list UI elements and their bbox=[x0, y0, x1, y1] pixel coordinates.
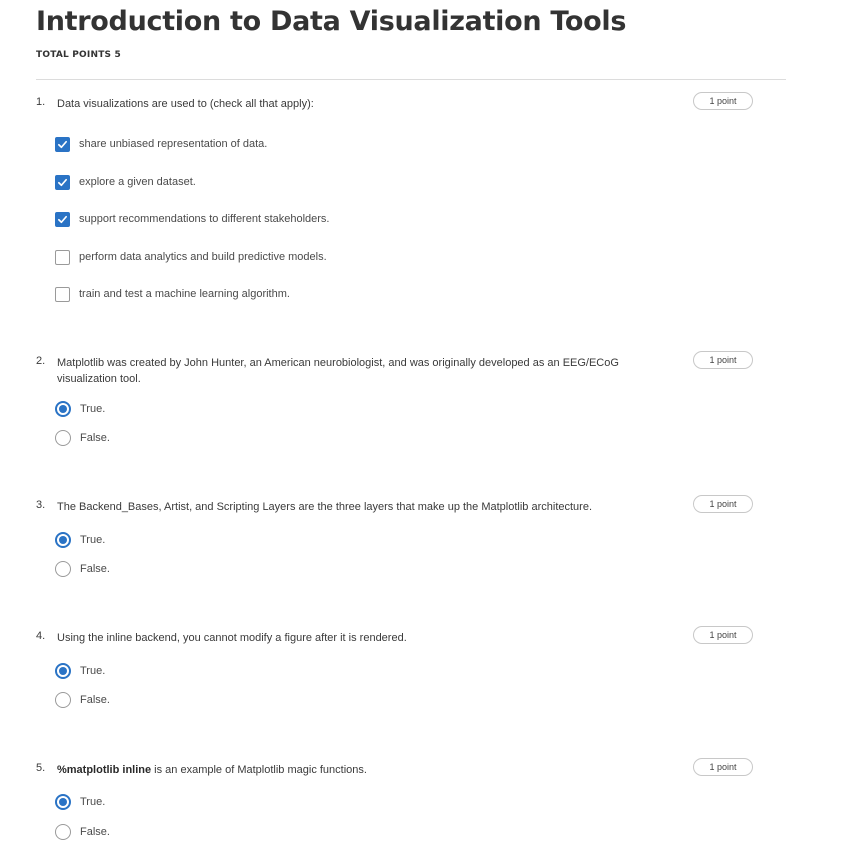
question-number: 1. bbox=[36, 96, 46, 108]
option-true[interactable]: True. bbox=[55, 400, 105, 418]
radio-dot-icon bbox=[59, 405, 67, 413]
option-4[interactable]: perform data analytics and build predict… bbox=[55, 248, 327, 266]
option-2[interactable]: explore a given dataset. bbox=[55, 173, 196, 191]
question-3: 3. The Backend_Bases, Artist, and Script… bbox=[36, 495, 756, 577]
points-badge: 1 point bbox=[693, 495, 753, 513]
radio-button[interactable] bbox=[55, 532, 71, 548]
option-label: train and test a machine learning algori… bbox=[79, 288, 290, 300]
question-text: Using the inline backend, you cannot mod… bbox=[57, 632, 407, 644]
checkmark-icon bbox=[58, 140, 67, 148]
question-text: The Backend_Bases, Artist, and Scripting… bbox=[57, 501, 593, 513]
checkbox[interactable] bbox=[55, 211, 70, 227]
question-number: 5. bbox=[36, 762, 46, 774]
option-false[interactable]: False. bbox=[55, 429, 110, 447]
radio-dot-icon bbox=[59, 798, 67, 806]
points-badge: 1 point bbox=[693, 92, 753, 110]
option-label: True. bbox=[80, 796, 106, 808]
points-badge: 1 point bbox=[693, 758, 753, 776]
question-number: 4. bbox=[36, 630, 46, 642]
option-true[interactable]: True. bbox=[55, 531, 105, 549]
question-text: Matplotlib was created by John Hunter, a… bbox=[57, 357, 619, 385]
option-label: False. bbox=[80, 432, 110, 444]
option-label: True. bbox=[80, 534, 106, 546]
option-label: share unbiased representation of data. bbox=[79, 138, 268, 150]
option-5[interactable]: train and test a machine learning algori… bbox=[55, 285, 290, 303]
option-false[interactable]: False. bbox=[55, 823, 110, 841]
radio-button[interactable] bbox=[55, 561, 71, 577]
option-1[interactable]: share unbiased representation of data. bbox=[55, 135, 267, 153]
option-false[interactable]: False. bbox=[55, 560, 110, 578]
checkbox[interactable] bbox=[55, 174, 70, 190]
checkbox[interactable] bbox=[55, 136, 70, 152]
option-label: perform data analytics and build predict… bbox=[79, 251, 327, 263]
question-text: Data visualizations are used to (check a… bbox=[57, 98, 314, 110]
code-text: %matplotlib inline bbox=[57, 764, 152, 776]
question-text: %matplotlib inline is an example of Matp… bbox=[57, 762, 667, 778]
option-label: explore a given dataset. bbox=[79, 176, 196, 188]
option-true[interactable]: True. bbox=[55, 793, 105, 811]
checkbox[interactable] bbox=[55, 286, 70, 302]
checkmark-icon bbox=[58, 215, 67, 223]
radio-button[interactable] bbox=[55, 824, 71, 840]
radio-button[interactable] bbox=[55, 401, 71, 417]
option-false[interactable]: False. bbox=[55, 691, 110, 709]
points-badge: 1 point bbox=[693, 626, 753, 644]
option-label: False. bbox=[80, 826, 110, 838]
points-badge: 1 point bbox=[693, 351, 753, 369]
question-number: 2. bbox=[36, 355, 46, 367]
question-5: 5. %matplotlib inline is an example of M… bbox=[36, 758, 756, 840]
option-label: True. bbox=[80, 403, 106, 415]
option-label: False. bbox=[80, 694, 110, 706]
option-true[interactable]: True. bbox=[55, 662, 105, 680]
header-divider bbox=[36, 79, 786, 80]
radio-dot-icon bbox=[59, 667, 67, 675]
question-2: 2. Matplotlib was created by John Hunter… bbox=[36, 351, 756, 446]
quiz-title: Introduction to Data Visualization Tools bbox=[36, 6, 627, 37]
checkbox[interactable] bbox=[55, 249, 70, 265]
radio-dot-icon bbox=[59, 536, 67, 544]
question-4: 4. Using the inline backend, you cannot … bbox=[36, 626, 756, 708]
option-label: True. bbox=[80, 665, 106, 677]
question-1: 1. Data visualizations are used to (chec… bbox=[36, 92, 756, 302]
question-text-rest: is an example of Matplotlib magic functi… bbox=[151, 764, 367, 776]
radio-button[interactable] bbox=[55, 794, 71, 810]
option-label: support recommendations to different sta… bbox=[79, 213, 330, 225]
radio-button[interactable] bbox=[55, 692, 71, 708]
radio-button[interactable] bbox=[55, 430, 71, 446]
total-points: TOTAL POINTS 5 bbox=[36, 50, 122, 60]
option-label: False. bbox=[80, 563, 110, 575]
checkmark-icon bbox=[58, 178, 67, 186]
question-number: 3. bbox=[36, 499, 46, 511]
radio-button[interactable] bbox=[55, 663, 71, 679]
option-3[interactable]: support recommendations to different sta… bbox=[55, 210, 330, 228]
